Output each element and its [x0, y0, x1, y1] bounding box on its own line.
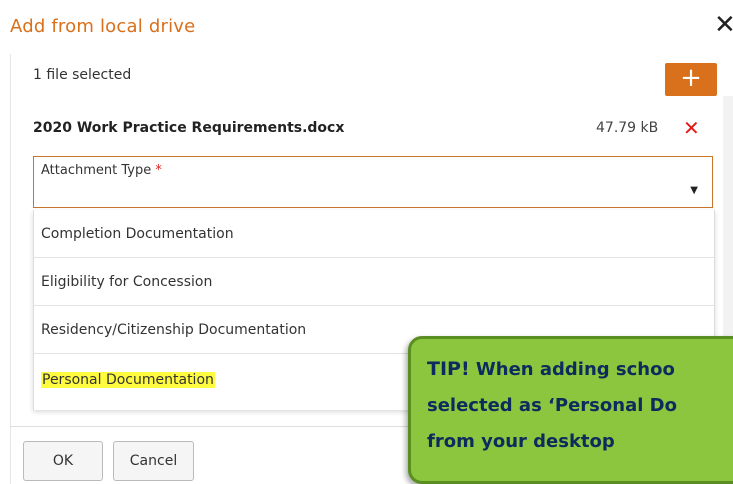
- tip-text-2: selected as ‘Personal Do: [427, 395, 677, 416]
- attachment-type-label: Attachment Type *: [41, 163, 162, 178]
- option-eligibility-for-concession[interactable]: Eligibility for Concession: [34, 258, 714, 306]
- option-label: Completion Documentation: [41, 226, 234, 242]
- tip-text-3: from your desktop: [427, 431, 615, 452]
- attachment-type-label-text: Attachment Type: [41, 163, 152, 178]
- option-label-highlighted: Personal Documentation: [41, 372, 215, 388]
- remove-file-icon[interactable]: ✕: [683, 116, 700, 140]
- file-size: 47.79 kB: [596, 120, 659, 136]
- dialog-title: Add from local drive: [10, 16, 196, 37]
- tip-text-1: When adding schoo: [475, 359, 675, 380]
- file-name: 2020 Work Practice Requirements.docx: [33, 120, 345, 136]
- add-file-button[interactable]: +: [665, 63, 717, 96]
- dialog-left-border: [10, 54, 11, 484]
- caret-down-icon[interactable]: ▼: [690, 185, 698, 196]
- option-completion-documentation[interactable]: Completion Documentation: [34, 210, 714, 258]
- file-count-label: 1 file selected: [33, 67, 132, 83]
- option-label: Residency/Citizenship Documentation: [41, 322, 307, 338]
- option-label: Eligibility for Concession: [41, 274, 213, 290]
- cancel-button[interactable]: Cancel: [113, 441, 194, 481]
- close-icon[interactable]: ✕: [714, 10, 733, 40]
- required-asterisk: *: [155, 163, 162, 178]
- tip-line-1: TIP! When adding schoo: [427, 351, 733, 388]
- attachment-type-select[interactable]: Attachment Type * ▼: [33, 156, 713, 208]
- tip-callout: TIP! When adding schoo selected as ‘Pers…: [408, 336, 733, 484]
- ok-button[interactable]: OK: [23, 441, 103, 481]
- tip-prefix: TIP!: [427, 358, 470, 380]
